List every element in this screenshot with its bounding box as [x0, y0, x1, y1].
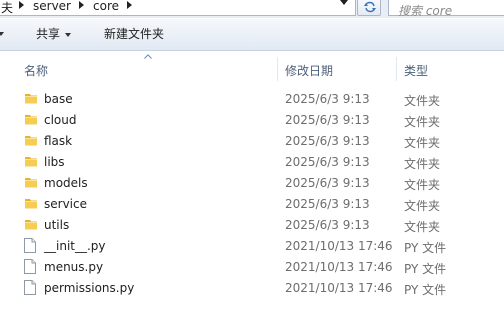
file-name: __init__.py [44, 239, 106, 253]
file-type: PY 文件 [404, 283, 447, 297]
address-row: 夫 server core 搜索 core [0, 0, 504, 18]
file-modified-date: 2025/6/3 9:13 [285, 176, 370, 190]
file-type: 文件夹 [404, 136, 441, 150]
breadcrumb-core[interactable]: core [93, 0, 119, 13]
file-modified-date: 2021/10/13 17:46 [285, 260, 393, 274]
column-divider[interactable] [396, 57, 397, 81]
chevron-down-icon [65, 32, 72, 37]
file-modified-date: 2025/6/3 9:13 [285, 134, 370, 148]
file-name: flask [44, 134, 73, 148]
file-row[interactable]: __init__.py 2021/10/13 17:46 PY 文件 [0, 235, 504, 256]
organize-caret-icon[interactable] [0, 32, 4, 36]
share-label: 共享 [36, 27, 61, 41]
file-type: 文件夹 [404, 115, 441, 129]
file-modified-date: 2025/6/3 9:13 [285, 113, 370, 127]
file-type: 文件夹 [404, 220, 441, 234]
column-header-modified[interactable]: 修改日期 [285, 62, 333, 79]
file-type: 文件夹 [404, 94, 441, 108]
column-divider[interactable] [277, 57, 278, 81]
file-row[interactable]: service 2025/6/3 9:13 文件夹 [0, 193, 504, 214]
search-placeholder: 搜索 core [398, 4, 453, 18]
file-modified-date: 2021/10/13 17:46 [285, 239, 393, 253]
file-type: 文件夹 [404, 157, 441, 171]
file-type: 文件夹 [404, 178, 441, 192]
file-modified-date: 2025/6/3 9:13 [285, 155, 370, 169]
column-header-row: 名称 修改日期 类型 [0, 51, 504, 84]
file-name: service [44, 197, 87, 211]
file-row[interactable]: flask 2025/6/3 9:13 文件夹 [0, 130, 504, 151]
refresh-button[interactable] [357, 0, 381, 16]
column-header-name[interactable]: 名称 [24, 62, 48, 79]
file-name: cloud [44, 113, 77, 127]
folder-icon [24, 175, 38, 192]
sort-ascending-icon [144, 54, 152, 59]
breadcrumb-separator-icon[interactable] [127, 1, 132, 9]
folder-icon [24, 196, 38, 213]
address-history-dropdown[interactable] [336, 0, 352, 11]
breadcrumb-separator-icon[interactable] [19, 1, 24, 9]
file-name: permissions.py [44, 281, 135, 295]
search-input[interactable]: 搜索 core [388, 0, 504, 18]
file-row[interactable]: permissions.py 2021/10/13 17:46 PY 文件 [0, 277, 504, 298]
new-folder-button[interactable]: 新建文件夹 [104, 19, 164, 50]
file-row[interactable]: cloud 2025/6/3 9:13 文件夹 [0, 109, 504, 130]
folder-icon [24, 217, 38, 234]
breadcrumb-parent[interactable]: 夫 [1, 0, 13, 16]
file-row[interactable]: menus.py 2021/10/13 17:46 PY 文件 [0, 256, 504, 277]
file-modified-date: 2025/6/3 9:13 [285, 92, 370, 106]
file-row[interactable]: models 2025/6/3 9:13 文件夹 [0, 172, 504, 193]
file-name: menus.py [44, 260, 104, 274]
file-name: libs [44, 155, 65, 169]
share-button[interactable]: 共享 [36, 19, 72, 50]
file-name: utils [44, 218, 70, 232]
file-icon [24, 259, 36, 277]
file-type: PY 文件 [404, 262, 447, 276]
file-modified-date: 2021/10/13 17:46 [285, 281, 393, 295]
breadcrumb-server[interactable]: server [33, 0, 71, 13]
file-name: base [44, 92, 73, 106]
file-row[interactable]: utils 2025/6/3 9:13 文件夹 [0, 214, 504, 235]
new-folder-label: 新建文件夹 [104, 27, 165, 41]
file-icon [24, 238, 36, 256]
folder-icon [24, 133, 38, 150]
file-icon [24, 280, 36, 298]
column-header-type[interactable]: 类型 [404, 62, 428, 79]
file-type: 文件夹 [404, 199, 441, 213]
command-toolbar: 共享 新建文件夹 [0, 19, 504, 51]
folder-icon [24, 91, 38, 108]
file-row[interactable]: base 2025/6/3 9:13 文件夹 [0, 88, 504, 109]
file-type: PY 文件 [404, 241, 447, 255]
folder-icon [24, 112, 38, 129]
chevron-down-icon [340, 0, 348, 5]
file-row[interactable]: libs 2025/6/3 9:13 文件夹 [0, 151, 504, 172]
folder-icon [24, 154, 38, 171]
breadcrumb-separator-icon[interactable] [79, 1, 84, 9]
refresh-icon [364, 1, 376, 13]
file-name: models [44, 176, 88, 190]
file-modified-date: 2025/6/3 9:13 [285, 218, 370, 232]
address-bar[interactable]: 夫 server core [0, 0, 356, 16]
file-modified-date: 2025/6/3 9:13 [285, 197, 370, 211]
